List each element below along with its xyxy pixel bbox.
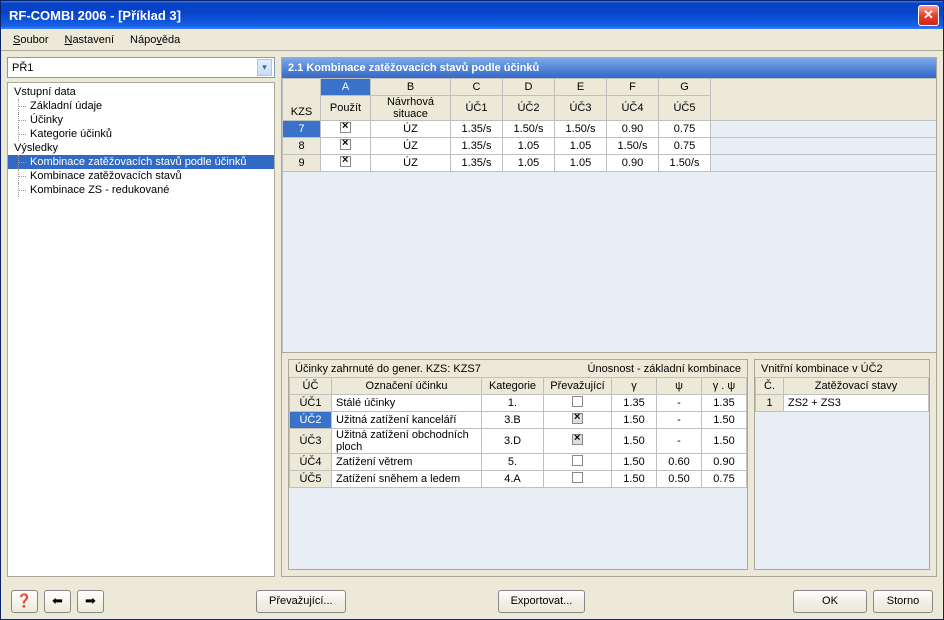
navigation-tree[interactable]: Vstupní data Základní údaje Účinky Kateg…	[7, 82, 275, 577]
row-header[interactable]: ÚČ2	[290, 412, 332, 429]
row-header[interactable]: 8	[283, 138, 321, 155]
ok-button[interactable]: OK	[793, 590, 867, 613]
combinations-table[interactable]: KZS A B C D E F G Použít Návrhová situac…	[282, 78, 936, 353]
inner-combinations-panel: Vnitřní kombinace v ÚČ2 Č. Zatěžovací st…	[754, 359, 930, 570]
window-title: RF-COMBI 2006 - [Příklad 3]	[5, 8, 918, 23]
checkbox-icon	[340, 122, 351, 133]
checkbox-icon	[572, 455, 583, 466]
checkbox-icon	[340, 139, 351, 150]
section-header: 2.1 Kombinace zatěžovacích stavů podle ú…	[282, 58, 936, 78]
row-header[interactable]: ÚČ4	[290, 454, 332, 471]
row-header[interactable]: 9	[283, 155, 321, 172]
predominant-button[interactable]: Převažující...	[256, 590, 346, 613]
checkbox-icon	[572, 472, 583, 483]
col-kzs: KZS	[283, 79, 321, 121]
menubar: Soubor Nastavení Nápověda	[1, 29, 943, 51]
export-button[interactable]: Exportovat...	[498, 590, 586, 613]
footer: ❓ ⬅ ➡ Převažující... Exportovat... OK St…	[1, 583, 943, 619]
tree-group-results[interactable]: Výsledky	[8, 141, 274, 155]
close-button[interactable]: ✕	[918, 5, 939, 26]
effects-table[interactable]: ÚČ Označení účinku Kategorie Převažující…	[289, 377, 747, 488]
checkbox-icon	[572, 413, 583, 424]
tree-group-input[interactable]: Vstupní data	[8, 85, 274, 99]
row-header[interactable]: ÚČ5	[290, 471, 332, 488]
row-header[interactable]: ÚČ1	[290, 395, 332, 412]
case-select[interactable]: PŘ1 ▾	[7, 57, 275, 78]
titlebar: RF-COMBI 2006 - [Příklad 3] ✕	[1, 1, 943, 29]
nav-prev-button[interactable]: ⬅	[44, 590, 71, 613]
help-button[interactable]: ❓	[11, 590, 38, 613]
tree-item[interactable]: Základní údaje	[8, 99, 274, 113]
checkbox-icon	[340, 156, 351, 167]
menu-help[interactable]: Nápověda	[124, 32, 186, 48]
checkbox-icon	[572, 434, 583, 445]
tree-item[interactable]: Kategorie účinků	[8, 127, 274, 141]
inner-combinations-table[interactable]: Č. Zatěžovací stavy 1 ZS2 + ZS3	[755, 377, 929, 412]
cancel-button[interactable]: Storno	[873, 590, 933, 613]
tree-item[interactable]: Účinky	[8, 113, 274, 127]
row-header[interactable]: ÚČ3	[290, 429, 332, 454]
row-header[interactable]: 7	[283, 121, 321, 138]
menu-settings[interactable]: Nastavení	[58, 32, 120, 48]
tree-item[interactable]: Kombinace zatěžovacích stavů	[8, 169, 274, 183]
effects-panel: Účinky zahrnuté do gener. KZS: KZS7 Únos…	[288, 359, 748, 570]
menu-file[interactable]: Soubor	[7, 32, 54, 48]
checkbox-icon	[572, 396, 583, 407]
tree-item[interactable]: Kombinace ZS - redukované	[8, 183, 274, 197]
chevron-down-icon[interactable]: ▾	[257, 59, 272, 76]
nav-next-button[interactable]: ➡	[77, 590, 104, 613]
tree-item[interactable]: Kombinace zatěžovacích stavů podle účink…	[8, 155, 274, 169]
